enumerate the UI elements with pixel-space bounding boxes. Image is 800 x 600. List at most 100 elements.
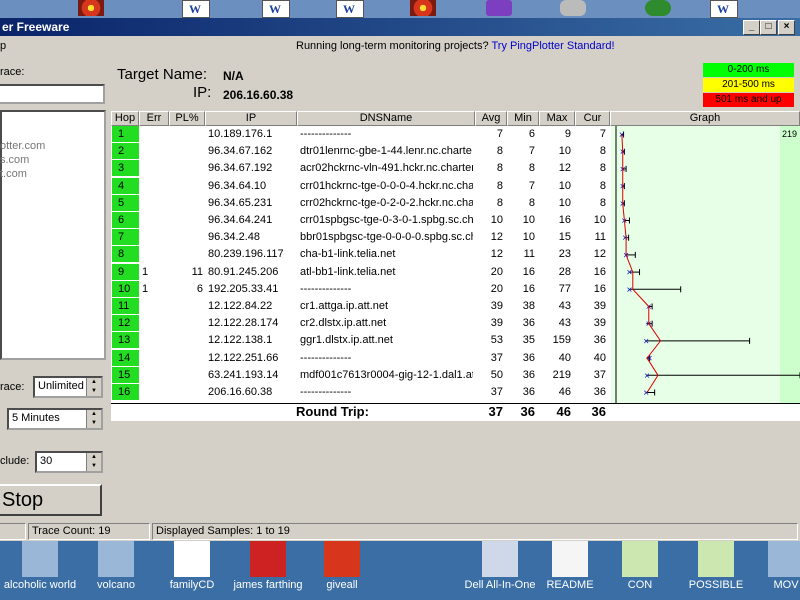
- row-ip-cell[interactable]: 80.239.196.117: [208, 246, 294, 263]
- word-doc-icon[interactable]: [182, 0, 210, 18]
- spinner-arrows-icon[interactable]: ▲ ▼: [86, 378, 101, 396]
- row-hop-cell[interactable]: 6: [112, 212, 144, 229]
- row-cur-cell[interactable]: 40: [575, 350, 606, 367]
- row-ip-cell[interactable]: 10.189.176.1: [208, 126, 294, 143]
- row-avg-cell[interactable]: 12: [475, 246, 503, 263]
- row-dns-cell[interactable]: crr01hckrnc-tge-0-0-0-4.hckr.nc.cha: [300, 178, 473, 195]
- row-cur-cell[interactable]: 10: [575, 212, 606, 229]
- row-err-cell[interactable]: [142, 160, 162, 177]
- row-cur-cell[interactable]: 8: [575, 143, 606, 160]
- row-dns-cell[interactable]: crr02hckrnc-tge-0-2-0-2.hckr.nc.cha: [300, 195, 473, 212]
- row-hop-cell[interactable]: 12: [112, 315, 144, 332]
- address-input[interactable]: [0, 84, 105, 104]
- word-doc-icon[interactable]: [262, 0, 290, 18]
- row-avg-cell[interactable]: 8: [475, 195, 503, 212]
- close-button[interactable]: ×: [778, 20, 795, 35]
- row-pl-cell[interactable]: [169, 315, 203, 332]
- desktop-icon[interactable]: james farthing: [228, 541, 308, 591]
- row-min-cell[interactable]: 36: [507, 384, 535, 401]
- word-doc-icon[interactable]: [710, 0, 738, 18]
- flower-icon[interactable]: [78, 0, 104, 16]
- row-err-cell[interactable]: [142, 126, 162, 143]
- row-err-cell[interactable]: [142, 178, 162, 195]
- row-err-cell[interactable]: [142, 332, 162, 349]
- row-err-cell[interactable]: [142, 212, 162, 229]
- row-min-cell[interactable]: 16: [507, 264, 535, 281]
- row-pl-cell[interactable]: [169, 298, 203, 315]
- desktop-icon[interactable]: CON: [600, 541, 680, 591]
- row-min-cell[interactable]: 11: [507, 246, 535, 263]
- row-cur-cell[interactable]: 8: [575, 195, 606, 212]
- stop-button[interactable]: Stop: [0, 484, 102, 516]
- row-hop-cell[interactable]: 3: [112, 160, 144, 177]
- row-err-cell[interactable]: [142, 384, 162, 401]
- row-dns-cell[interactable]: acr02hckrnc-vln-491.hckr.nc.charter: [300, 160, 473, 177]
- row-dns-cell[interactable]: cr1.attga.ip.att.net: [300, 298, 473, 315]
- desktop-icon[interactable]: POSSIBLE: [676, 541, 756, 591]
- row-max-cell[interactable]: 43: [539, 315, 571, 332]
- desktop-icon[interactable]: familyCD: [152, 541, 232, 591]
- row-avg-cell[interactable]: 12: [475, 229, 503, 246]
- row-hop-cell[interactable]: 11: [112, 298, 144, 315]
- row-err-cell[interactable]: [142, 367, 162, 384]
- row-min-cell[interactable]: 10: [507, 212, 535, 229]
- row-cur-cell[interactable]: 8: [575, 160, 606, 177]
- app-icon[interactable]: [645, 0, 671, 16]
- column-header-ip[interactable]: IP: [205, 111, 297, 126]
- row-dns-cell[interactable]: --------------: [300, 384, 473, 401]
- row-cur-cell[interactable]: 7: [575, 126, 606, 143]
- row-err-cell[interactable]: [142, 143, 162, 160]
- row-min-cell[interactable]: 6: [507, 126, 535, 143]
- row-dns-cell[interactable]: --------------: [300, 126, 473, 143]
- list-item[interactable]: s.com: [0, 154, 29, 166]
- column-header-dnsname[interactable]: DNSName: [297, 111, 475, 126]
- row-hop-cell[interactable]: 4: [112, 178, 144, 195]
- spinner-arrows-icon[interactable]: ▲ ▼: [86, 410, 101, 428]
- column-header-max[interactable]: Max: [539, 111, 575, 126]
- row-err-cell[interactable]: 1: [142, 281, 162, 298]
- row-ip-cell[interactable]: 96.34.64.241: [208, 212, 294, 229]
- row-min-cell[interactable]: 8: [507, 160, 535, 177]
- row-dns-cell[interactable]: crr01spbgsc-tge-0-3-0-1.spbg.sc.ch: [300, 212, 473, 229]
- desktop-icon[interactable]: alcoholic world: [0, 541, 80, 591]
- row-avg-cell[interactable]: 39: [475, 298, 503, 315]
- row-min-cell[interactable]: 10: [507, 229, 535, 246]
- column-header-graph[interactable]: Graph: [610, 111, 800, 126]
- row-pl-cell[interactable]: 11: [169, 264, 203, 281]
- row-max-cell[interactable]: 159: [539, 332, 571, 349]
- desktop-icon[interactable]: README: [530, 541, 610, 591]
- row-min-cell[interactable]: 36: [507, 315, 535, 332]
- row-ip-cell[interactable]: 206.16.60.38: [208, 384, 294, 401]
- row-avg-cell[interactable]: 37: [475, 384, 503, 401]
- row-cur-cell[interactable]: 8: [575, 178, 606, 195]
- column-header-cur[interactable]: Cur: [575, 111, 610, 126]
- row-max-cell[interactable]: 219: [539, 367, 571, 384]
- row-cur-cell[interactable]: 12: [575, 246, 606, 263]
- row-hop-cell[interactable]: 5: [112, 195, 144, 212]
- row-cur-cell[interactable]: 37: [575, 367, 606, 384]
- row-avg-cell[interactable]: 8: [475, 143, 503, 160]
- row-hop-cell[interactable]: 9: [112, 264, 144, 281]
- row-pl-cell[interactable]: [169, 229, 203, 246]
- desktop-icon[interactable]: Dell All-In-One: [460, 541, 540, 591]
- row-max-cell[interactable]: 77: [539, 281, 571, 298]
- sample-interval-stepper[interactable]: 5 Minutes ▲ ▼: [7, 408, 103, 430]
- row-ip-cell[interactable]: 96.34.67.162: [208, 143, 294, 160]
- trace-grid[interactable]: Hop Err PL% IP DNSName Avg Min Max Cur G…: [111, 111, 800, 421]
- column-header-min[interactable]: Min: [507, 111, 539, 126]
- row-avg-cell[interactable]: 53: [475, 332, 503, 349]
- app-icon[interactable]: [486, 0, 512, 16]
- row-dns-cell[interactable]: cr2.dlstx.ip.att.net: [300, 315, 473, 332]
- row-dns-cell[interactable]: --------------: [300, 281, 473, 298]
- row-max-cell[interactable]: 28: [539, 264, 571, 281]
- row-pl-cell[interactable]: [169, 178, 203, 195]
- row-err-cell[interactable]: [142, 229, 162, 246]
- row-dns-cell[interactable]: mdf001c7613r0004-gig-12-1.dal1.at: [300, 367, 473, 384]
- minimize-button[interactable]: _: [743, 20, 760, 35]
- row-avg-cell[interactable]: 7: [475, 126, 503, 143]
- menu-item[interactable]: p: [0, 40, 6, 52]
- row-dns-cell[interactable]: dtr01lenrnc-gbe-1-44.lenr.nc.charte: [300, 143, 473, 160]
- row-dns-cell[interactable]: atl-bb1-link.telia.net: [300, 264, 473, 281]
- row-err-cell[interactable]: [142, 315, 162, 332]
- row-cur-cell[interactable]: 36: [575, 384, 606, 401]
